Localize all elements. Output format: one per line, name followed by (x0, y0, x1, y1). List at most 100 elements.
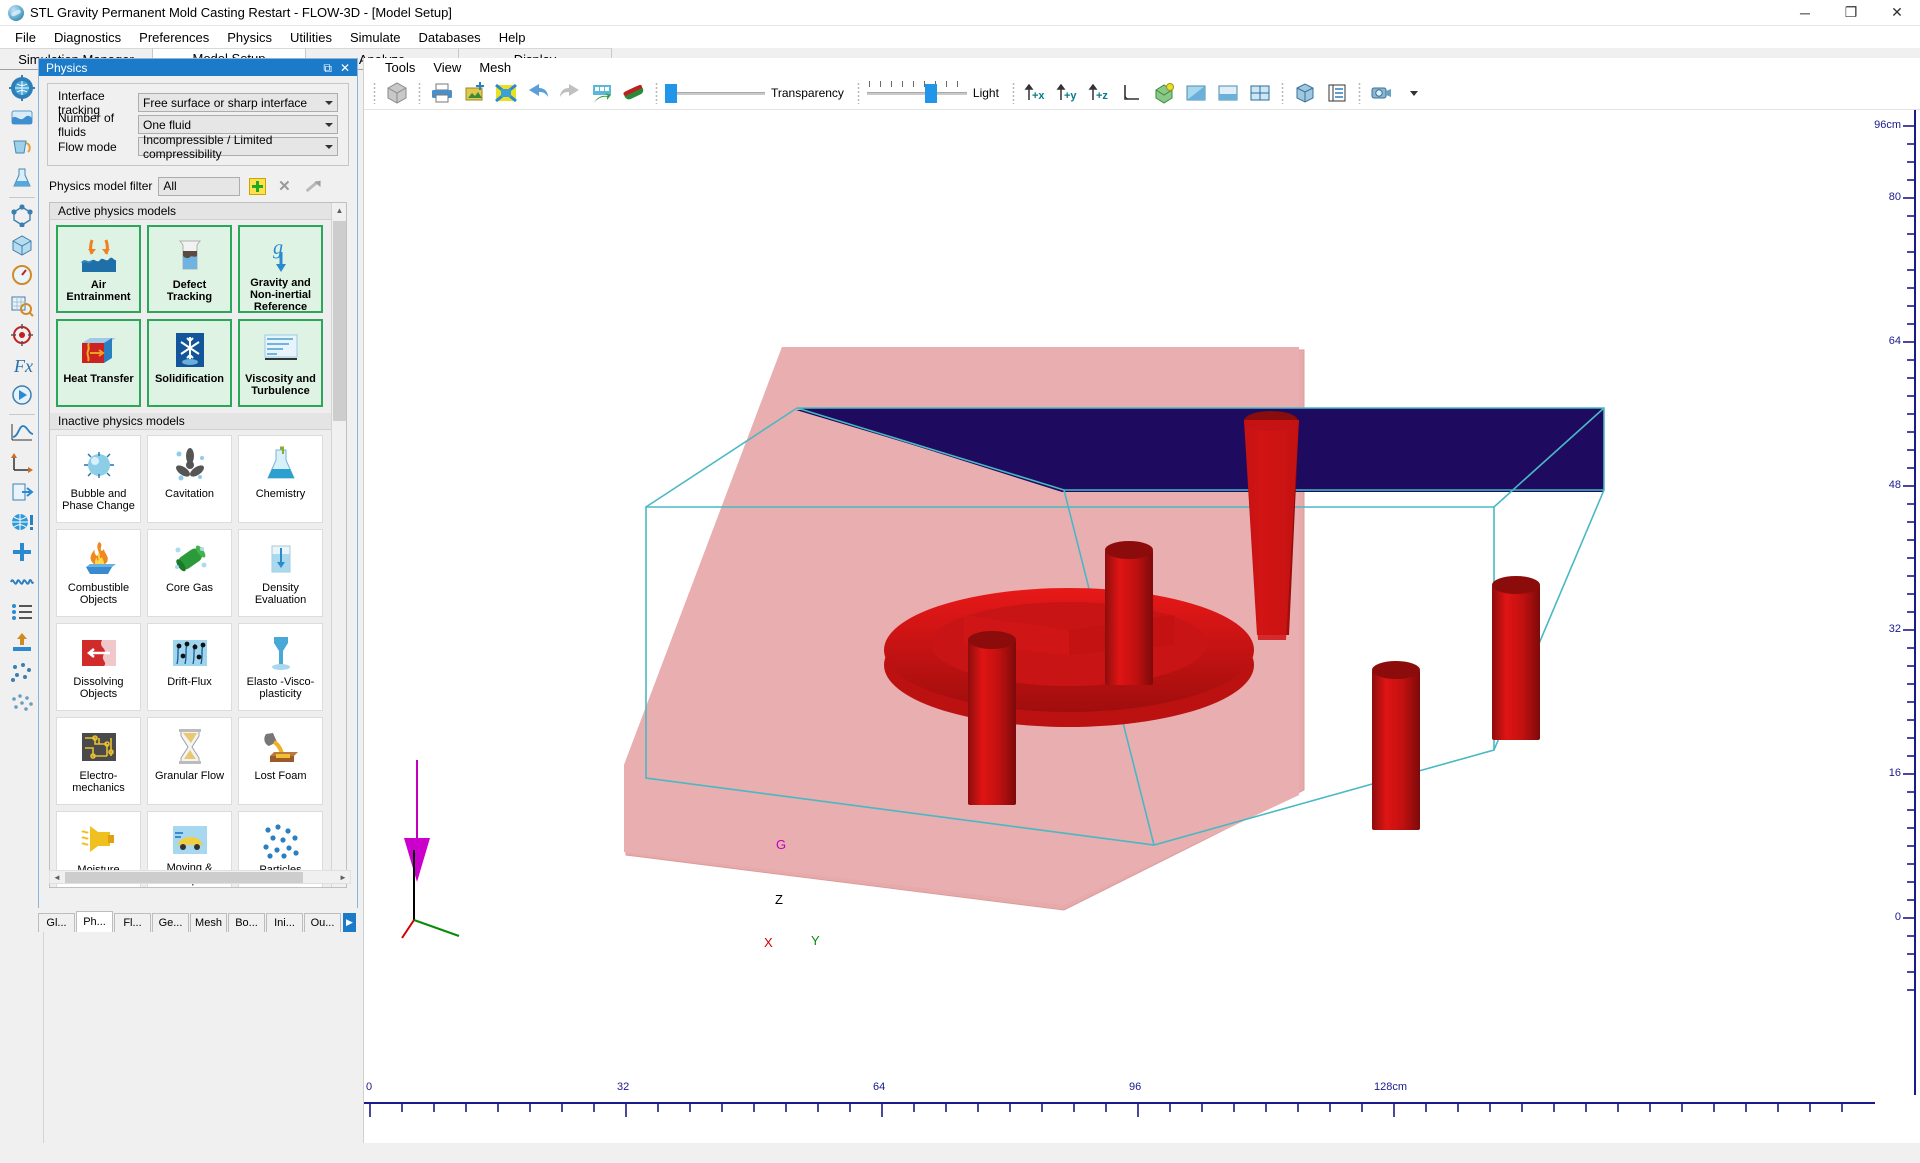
rail-stack-up-icon[interactable] (7, 628, 37, 656)
toolbar-grip[interactable] (373, 82, 376, 104)
mesh-block-icon[interactable] (491, 79, 521, 107)
perpendicular-view-icon[interactable] (1117, 79, 1147, 107)
menu-help[interactable]: Help (490, 28, 535, 47)
models-vertical-scrollbar[interactable]: ▲ ▼ (331, 203, 346, 888)
model-tile-cavitation[interactable]: Cavitation (147, 435, 232, 523)
rail-add-plus-icon[interactable] (7, 538, 37, 566)
transparency-slider[interactable] (665, 81, 765, 105)
dropdown-arrow-icon[interactable] (1399, 79, 1429, 107)
rail-pour-cup-icon[interactable] (7, 134, 37, 162)
rail-globe-alert-icon[interactable] (7, 508, 37, 536)
scroll-right-arrow-icon[interactable]: ► (336, 871, 350, 883)
rail-wave-curve-icon[interactable] (7, 418, 37, 446)
hscroll-thumb[interactable] (65, 872, 303, 883)
tree-view-icon[interactable] (1322, 79, 1352, 107)
toolbar-grip-6[interactable] (1281, 82, 1284, 104)
model-tile-drift-flux[interactable]: Drift-Flux (147, 623, 232, 711)
rail-target-icon[interactable] (7, 321, 37, 349)
rotate-view-icon[interactable] (1149, 79, 1179, 107)
rail-box-3d-icon[interactable] (7, 231, 37, 259)
edit-model-button[interactable] (301, 176, 321, 196)
undo-icon[interactable] (523, 79, 553, 107)
toolbar-grip-2[interactable] (418, 82, 421, 104)
doc-tab-fluids[interactable]: Fl... (114, 913, 151, 932)
add-model-button[interactable] (247, 176, 267, 196)
models-horizontal-scrollbar[interactable]: ◄ ► (49, 870, 351, 884)
menu-utilities[interactable]: Utilities (281, 28, 341, 47)
rail-mesh-search-icon[interactable] (7, 291, 37, 319)
model-tile-density-evaluation[interactable]: Density Evaluation (238, 529, 323, 617)
number-of-fluids-select[interactable]: One fluid (138, 115, 338, 134)
redo-icon[interactable] (555, 79, 585, 107)
maximize-button[interactable]: ❐ (1828, 0, 1874, 26)
doc-tab-boundaries[interactable]: Bo... (228, 913, 265, 932)
close-button[interactable]: ✕ (1874, 0, 1920, 26)
doc-tab-geometry[interactable]: Ge... (152, 913, 189, 932)
menu-physics[interactable]: Physics (218, 28, 281, 47)
rail-list-bullets-icon[interactable] (7, 598, 37, 626)
slider-thumb[interactable] (925, 84, 937, 103)
viewport-menu-mesh[interactable]: Mesh (470, 59, 520, 76)
doc-tab-global[interactable]: Gl... (38, 913, 75, 932)
cube-shaded-icon[interactable] (382, 79, 412, 107)
model-tile-heat-transfer[interactable]: Heat Transfer (56, 319, 141, 407)
rail-particles-icon[interactable] (7, 658, 37, 686)
model-tile-granular-flow[interactable]: Granular Flow (147, 717, 232, 805)
toolbar-grip-5[interactable] (1012, 82, 1015, 104)
3d-viewport-canvas[interactable]: G Z Y X (364, 110, 1920, 1143)
model-tile-viscosity-turbulence[interactable]: Viscosity and Turbulence (238, 319, 323, 407)
region-view-icon[interactable] (1245, 79, 1275, 107)
3d-scene-geometry[interactable] (364, 110, 1920, 1143)
flow-mode-select[interactable]: Incompressible / Limited compressibility (138, 137, 338, 156)
doc-tab-physics[interactable]: Ph... (76, 911, 113, 932)
viewport-menu-tools[interactable]: Tools (376, 59, 424, 76)
fit-window-icon[interactable] (1213, 79, 1243, 107)
model-tile-elasto-visco-plasticity[interactable]: Elasto -Visco- plasticity (238, 623, 323, 711)
model-tile-solidification[interactable]: Solidification (147, 319, 232, 407)
model-tile-bubble-phase-change[interactable]: Bubble and Phase Change (56, 435, 141, 523)
viewport-menu-view[interactable]: View (424, 59, 470, 76)
model-tile-gravity-non-inertial[interactable]: g Gravity and Non-inertial Reference (238, 225, 323, 313)
remove-model-button[interactable]: ✕ (274, 176, 294, 196)
axis-plus-z-button[interactable]: +z (1085, 79, 1115, 107)
axis-plus-y-button[interactable]: +y (1053, 79, 1083, 107)
toolbar-grip-3[interactable] (655, 82, 658, 104)
axis-plus-x-button[interactable]: +x (1021, 79, 1051, 107)
render-icon[interactable] (587, 79, 617, 107)
slider-thumb[interactable] (665, 84, 677, 103)
rail-flask-icon[interactable] (7, 164, 37, 192)
scroll-thumb[interactable] (333, 221, 346, 421)
rail-globe-gear-icon[interactable] (7, 74, 37, 102)
rail-import-icon[interactable] (7, 478, 37, 506)
toolbar-grip-4[interactable] (857, 82, 860, 104)
model-tile-dissolving-objects[interactable]: Dissolving Objects (56, 623, 141, 711)
rail-axis-arrow-icon[interactable] (7, 448, 37, 476)
model-tile-defect-tracking[interactable]: Defect Tracking (147, 225, 232, 313)
menu-simulate[interactable]: Simulate (341, 28, 410, 47)
box-view-icon[interactable] (1290, 79, 1320, 107)
minimize-button[interactable]: ─ (1782, 0, 1828, 26)
rail-function-icon[interactable]: Fx (7, 351, 37, 379)
interface-tracking-select[interactable]: Free surface or sharp interface (138, 93, 338, 112)
doc-tab-initial[interactable]: Ini... (266, 913, 303, 932)
rail-scatter-dots-icon[interactable] (7, 688, 37, 716)
model-tile-electro-mechanics[interactable]: Electro- mechanics (56, 717, 141, 805)
scroll-up-arrow-icon[interactable]: ▲ (332, 203, 347, 218)
menu-databases[interactable]: Databases (410, 28, 490, 47)
light-slider[interactable] (867, 81, 967, 105)
restore-window-icon[interactable]: ⧉ (323, 62, 332, 74)
model-tile-air-entrainment[interactable]: Air Entrainment (56, 225, 141, 313)
menu-file[interactable]: File (6, 28, 45, 47)
menu-diagnostics[interactable]: Diagnostics (45, 28, 130, 47)
add-image-icon[interactable] (459, 79, 489, 107)
close-icon[interactable]: ✕ (340, 62, 350, 74)
shade-view-icon[interactable] (1181, 79, 1211, 107)
doc-tab-next-arrow-icon[interactable]: ▶ (343, 913, 356, 932)
camera-settings-icon[interactable] (1367, 79, 1397, 107)
model-tile-combustible-objects[interactable]: Combustible Objects (56, 529, 141, 617)
physics-model-filter-select[interactable]: All (158, 177, 240, 196)
doc-tab-output[interactable]: Ou... (304, 913, 341, 932)
menu-preferences[interactable]: Preferences (130, 28, 218, 47)
model-tile-lost-foam[interactable]: Lost Foam (238, 717, 323, 805)
rail-molecule-icon[interactable] (7, 201, 37, 229)
